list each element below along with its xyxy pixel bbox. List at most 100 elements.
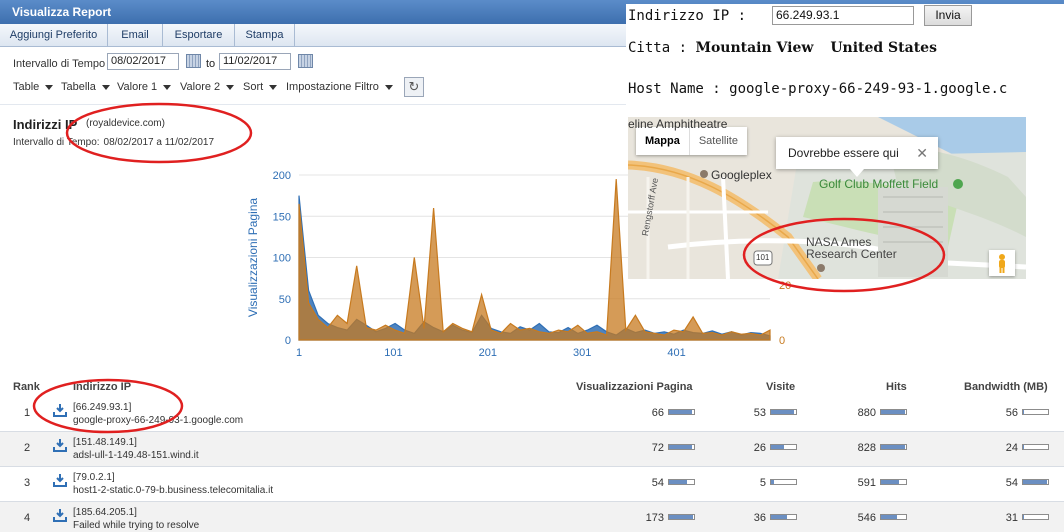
row-host: Failed while trying to resolve bbox=[73, 520, 200, 531]
tab-print[interactable]: Stampa bbox=[235, 24, 295, 47]
map-label-nasa-2: Research Center bbox=[806, 247, 897, 261]
chevron-down-icon bbox=[45, 84, 54, 90]
download-icon[interactable] bbox=[53, 508, 67, 522]
chevron-down-icon bbox=[384, 84, 393, 90]
row-bandwidth: 54 bbox=[1005, 477, 1018, 489]
table-row[interactable]: 4 [185.64.205.1] Failed while trying to re… bbox=[0, 502, 1064, 532]
row-rank: 2 bbox=[24, 442, 31, 454]
row-visits: 5 bbox=[759, 477, 766, 489]
filter-table[interactable]: Table bbox=[13, 81, 54, 93]
download-icon[interactable] bbox=[53, 438, 67, 452]
report-domain: (royaldevice.com) bbox=[86, 118, 165, 129]
filter-label: Impostazione Filtro bbox=[286, 81, 379, 93]
row-ip[interactable]: [79.0.2.1] bbox=[73, 472, 115, 483]
filter-value-1[interactable]: Valore 1 bbox=[117, 81, 172, 93]
table-row[interactable]: 2 [151.48.149.1] adsl-ull-1-149.48-151.win… bbox=[0, 432, 1064, 467]
row-views-bar bbox=[668, 479, 695, 485]
col-ip[interactable]: Indirizzo IP bbox=[73, 381, 131, 393]
lookup-city-line: Citta : Mountain View United States bbox=[628, 40, 937, 56]
filter-tabella[interactable]: Tabella bbox=[61, 81, 110, 93]
row-visits-bar bbox=[770, 514, 797, 520]
date-to-label: to bbox=[206, 58, 216, 70]
pegman-glyph bbox=[999, 254, 1005, 273]
date-from-input[interactable]: 08/02/2017 bbox=[107, 53, 179, 70]
tab-export[interactable]: Esportare bbox=[163, 24, 235, 47]
download-icon[interactable] bbox=[53, 473, 67, 487]
lookup-submit-button[interactable]: Invia bbox=[924, 5, 972, 26]
col-rank[interactable]: Rank bbox=[13, 381, 40, 393]
tab-email[interactable]: Email bbox=[108, 24, 163, 47]
lookup-host-label: Host Name : bbox=[628, 81, 721, 97]
report-range-value: 08/02/2017 a 11/02/2017 bbox=[103, 137, 215, 148]
row-bandwidth: 56 bbox=[1005, 407, 1018, 419]
row-views-bar bbox=[668, 409, 695, 415]
download-icon[interactable] bbox=[53, 403, 67, 417]
row-bandwidth-bar bbox=[1022, 409, 1049, 415]
y-tick-label: 0 bbox=[285, 335, 291, 347]
row-ip[interactable]: [185.64.205.1] bbox=[73, 507, 137, 518]
lookup-host: google-proxy-66-249-93-1.google.c bbox=[729, 81, 1008, 97]
refresh-icon[interactable]: ↻ bbox=[404, 77, 424, 97]
filter-label: Valore 1 bbox=[117, 81, 158, 93]
row-visits-bar bbox=[770, 479, 797, 485]
filter-label: Tabella bbox=[61, 81, 96, 93]
col-visits[interactable]: Visite bbox=[766, 381, 795, 393]
row-hits-bar bbox=[880, 479, 907, 485]
filter-label: Sort bbox=[243, 81, 264, 93]
filter-settings[interactable]: Impostazione Filtro bbox=[286, 81, 393, 93]
lookup-country: United States bbox=[830, 40, 937, 56]
row-visits-bar bbox=[770, 444, 797, 450]
chevron-down-icon bbox=[269, 84, 278, 90]
annotation-ellipse bbox=[65, 102, 253, 164]
row-hits-bar bbox=[880, 409, 907, 415]
filter-toolbar: Table Tabella Valore 1 Valore 2 Sort Imp… bbox=[0, 77, 626, 99]
lookup-ip-label: Indirizzo IP : bbox=[628, 8, 747, 24]
row-hits-bar bbox=[880, 444, 907, 450]
row-visits: 53 bbox=[753, 407, 766, 419]
y-tick-label: 200 bbox=[273, 170, 291, 182]
row-bandwidth: 24 bbox=[1005, 442, 1018, 454]
location-map[interactable]: Mappa Satellite Dovrebbe essere qui ✕ elin… bbox=[628, 117, 1026, 279]
map-info-window: Dovrebbe essere qui ✕ bbox=[776, 137, 938, 177]
filter-label: Table bbox=[13, 81, 40, 93]
calendar-icon[interactable] bbox=[186, 54, 201, 68]
close-icon[interactable]: ✕ bbox=[916, 137, 928, 169]
col-views[interactable]: Visualizzazioni Pagina bbox=[576, 381, 693, 393]
row-hits: 546 bbox=[857, 512, 876, 524]
satellite-view-button[interactable]: Satellite bbox=[690, 127, 747, 155]
map-label-googleplex: Googleplex bbox=[711, 168, 772, 182]
y2-tick-label: 20 bbox=[779, 280, 791, 292]
row-visits: 36 bbox=[753, 512, 766, 524]
row-hits: 880 bbox=[857, 407, 876, 419]
map-type-switch: Mappa Satellite bbox=[636, 127, 747, 155]
lookup-city: Mountain View bbox=[695, 40, 814, 56]
x-tick-label: 301 bbox=[573, 347, 591, 359]
chevron-down-icon bbox=[101, 84, 110, 90]
row-rank: 4 bbox=[24, 512, 31, 524]
row-visits: 26 bbox=[753, 442, 766, 454]
filter-value-2[interactable]: Valore 2 bbox=[180, 81, 235, 93]
row-ip[interactable]: [151.48.149.1] bbox=[73, 437, 137, 448]
row-views: 72 bbox=[651, 442, 664, 454]
col-bandwidth[interactable]: Bandwidth (MB) bbox=[964, 381, 1048, 393]
row-views-bar bbox=[668, 444, 695, 450]
row-visits-bar bbox=[770, 409, 797, 415]
pegman-icon[interactable] bbox=[989, 250, 1015, 276]
x-tick-label: 201 bbox=[479, 347, 497, 359]
ip-lookup-panel: Indirizzo IP : 66.249.93.1 Invia Citta :… bbox=[626, 4, 1064, 118]
row-views: 173 bbox=[645, 512, 664, 524]
row-ip[interactable]: [66.249.93.1] bbox=[73, 402, 131, 413]
filter-label: Valore 2 bbox=[180, 81, 221, 93]
filter-sort[interactable]: Sort bbox=[243, 81, 278, 93]
col-hits[interactable]: Hits bbox=[886, 381, 907, 393]
lookup-ip-input[interactable]: 66.249.93.1 bbox=[772, 6, 914, 25]
row-host: google-proxy-66-249-93-1.google.com bbox=[73, 415, 244, 426]
table-row[interactable]: 1 [66.249.93.1] google-proxy-66-249-93-1.g… bbox=[0, 397, 1064, 432]
tab-add-favorite[interactable]: Aggiungi Preferito bbox=[0, 24, 108, 47]
date-to-input[interactable]: 11/02/2017 bbox=[219, 53, 291, 70]
table-row[interactable]: 3 [79.0.2.1] host1-2-static.0-79-b.busines… bbox=[0, 467, 1064, 502]
calendar-icon[interactable] bbox=[298, 54, 313, 68]
date-range-filter: Intervallo di Tempo 08/02/2017 to 11/02/… bbox=[0, 52, 626, 74]
y2-tick-label: 0 bbox=[779, 335, 785, 347]
map-view-button[interactable]: Mappa bbox=[636, 127, 690, 155]
